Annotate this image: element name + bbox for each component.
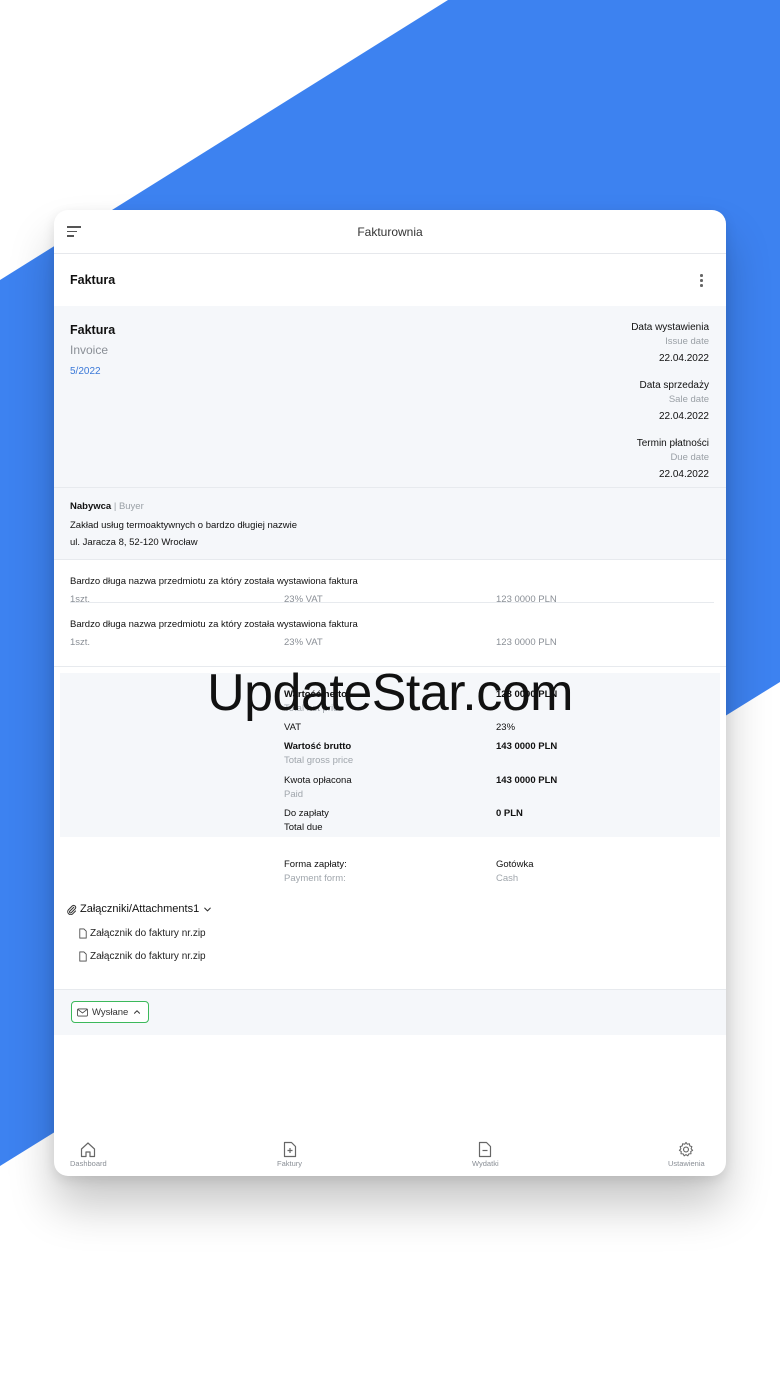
kebab-vertical-icon[interactable] [700, 274, 704, 288]
attachment-file[interactable]: Załącznik do faktury nr.zip [78, 928, 206, 939]
page-header: Faktura [54, 254, 726, 306]
file-icon [79, 928, 87, 939]
item-vat: 23% VAT [284, 637, 323, 648]
chevron-down-icon [204, 907, 212, 911]
due-row: Do zapłaty Total due 0 PLN [284, 807, 704, 835]
due-date-value: 22.04.2022 [658, 469, 709, 480]
document-minus-icon [479, 1141, 492, 1158]
attachment-file[interactable]: Załącznik do faktury nr.zip [78, 951, 206, 962]
buyer-label: Nabywca [70, 501, 112, 512]
paid-row: Kwota opłacona Paid 143 0000 PLN [284, 774, 704, 802]
due-date-sublabel: Due date [670, 452, 709, 463]
envelope-icon [77, 1008, 88, 1016]
issue-date-sublabel: Issue date [665, 336, 709, 347]
status-bar: Wysłane [54, 990, 726, 1035]
payment-form: Forma zapłaty: Payment form: Gotówka Cas… [54, 837, 726, 899]
buyer-label-en: Buyer [118, 501, 144, 512]
vat-row: VAT 23% [284, 721, 704, 735]
buyer-heading: Nabywca | Buyer [70, 501, 710, 513]
nav-invoices-label: Faktury [277, 1159, 303, 1168]
invoice-subtitle: Invoice [70, 343, 109, 357]
invoice-header: Faktura Invoice 5/2022 Data wystawienia … [54, 306, 726, 488]
buyer-section: Nabywca | Buyer Zakład usług termoaktywn… [54, 488, 726, 560]
sale-date-label: Data sprzedaży [639, 380, 709, 391]
paid-sublabel: Paid [284, 789, 304, 800]
paid-label: Kwota opłacona [284, 775, 352, 786]
attachment-filename: Załącznik do faktury nr.zip [90, 928, 206, 939]
issue-date-label: Data wystawienia [631, 322, 709, 333]
payment-form-sublabel: Payment form: [284, 873, 346, 884]
sent-status-button[interactable]: Wysłane [71, 1001, 150, 1023]
due-date-label: Termin płatności [636, 438, 709, 449]
nav-expenses[interactable]: Wydatki [472, 1141, 499, 1168]
sale-date-sublabel: Sale date [668, 394, 709, 405]
gross-total-sublabel: Total gross price [284, 755, 354, 766]
due-date: Termin płatności Due date 22.04.2022 [631, 437, 709, 484]
vat-label: VAT [284, 722, 302, 733]
payment-form-value-en: Cash [496, 873, 519, 884]
paid-value: 143 0000 PLN [496, 775, 558, 786]
watermark-text: UpdateStar.com [207, 664, 573, 722]
sale-date: Data sprzedaży Sale date 22.04.2022 [631, 379, 709, 426]
nav-dashboard-label: Dashboard [70, 1159, 107, 1168]
attachment-filename: Załącznik do faktury nr.zip [90, 951, 206, 962]
document-plus-icon [283, 1141, 296, 1158]
issue-date: Data wystawienia Issue date 22.04.2022 [631, 321, 709, 368]
invoice-items: Bardzo długa nazwa przedmiotu za który z… [54, 560, 726, 667]
issue-date-value: 22.04.2022 [658, 353, 709, 364]
attachments-header: Załączniki/Attachments1 [80, 903, 200, 915]
buyer-address: ul. Jaracza 8, 52-120 Wrocław [70, 537, 198, 548]
due-value: 0 PLN [496, 808, 523, 819]
item-qty: 1szt. [70, 637, 91, 648]
due-label: Do zapłaty [284, 808, 329, 819]
bottom-navigation: Dashboard Faktury Wydatki Ustawienia [54, 1138, 726, 1176]
buyer-separator: | [111, 501, 119, 512]
top-bar: Fakturownia [54, 210, 726, 254]
gross-total-value: 143 0000 PLN [496, 741, 558, 752]
payment-form-label: Forma zapłaty: [284, 859, 347, 870]
sale-date-value: 22.04.2022 [658, 411, 709, 422]
gear-icon [679, 1141, 694, 1157]
list-item[interactable]: Bardzo długa nazwa przedmiotu za który z… [70, 603, 714, 648]
invoice-number[interactable]: 5/2022 [70, 366, 101, 377]
nav-settings-label: Ustawienia [668, 1159, 705, 1168]
item-name: Bardzo długa nazwa przedmiotu za który z… [70, 619, 358, 630]
list-item[interactable]: Bardzo długa nazwa przedmiotu za który z… [70, 560, 714, 605]
nav-invoices[interactable]: Faktury [277, 1141, 302, 1168]
hamburger-menu-icon[interactable] [67, 226, 81, 238]
gross-total-row: Wartość brutto Total gross price 143 000… [284, 740, 704, 768]
item-price: 123 0000 PLN [496, 637, 557, 648]
gross-total-label: Wartość brutto [284, 741, 352, 752]
invoice-title: Faktura [70, 323, 116, 337]
sent-status-label: Wysłane [92, 1006, 129, 1018]
nav-expenses-label: Wydatki [472, 1159, 499, 1168]
invoice-dates: Data wystawienia Issue date 22.04.2022 D… [631, 321, 709, 495]
home-icon [81, 1142, 96, 1158]
buyer-name: Zakład usług termoaktywnych o bardzo dłu… [70, 520, 298, 531]
due-sublabel: Total due [284, 822, 323, 833]
nav-settings[interactable]: Ustawienia [668, 1141, 705, 1168]
vat-value: 23% [496, 722, 516, 733]
payment-form-value: Gotówka [496, 859, 534, 870]
attachments-section: Załączniki/Attachments1 Załącznik do fak… [54, 899, 726, 990]
page-title: Faktura [70, 273, 116, 287]
file-icon [79, 951, 87, 962]
nav-dashboard[interactable]: Dashboard [70, 1141, 107, 1168]
paperclip-icon [67, 904, 77, 915]
app-title: Fakturownia [357, 224, 423, 239]
attachments-toggle[interactable]: Załączniki/Attachments1 [66, 903, 213, 915]
chevron-up-icon [134, 1010, 141, 1014]
item-name: Bardzo długa nazwa przedmiotu za który z… [70, 576, 358, 587]
